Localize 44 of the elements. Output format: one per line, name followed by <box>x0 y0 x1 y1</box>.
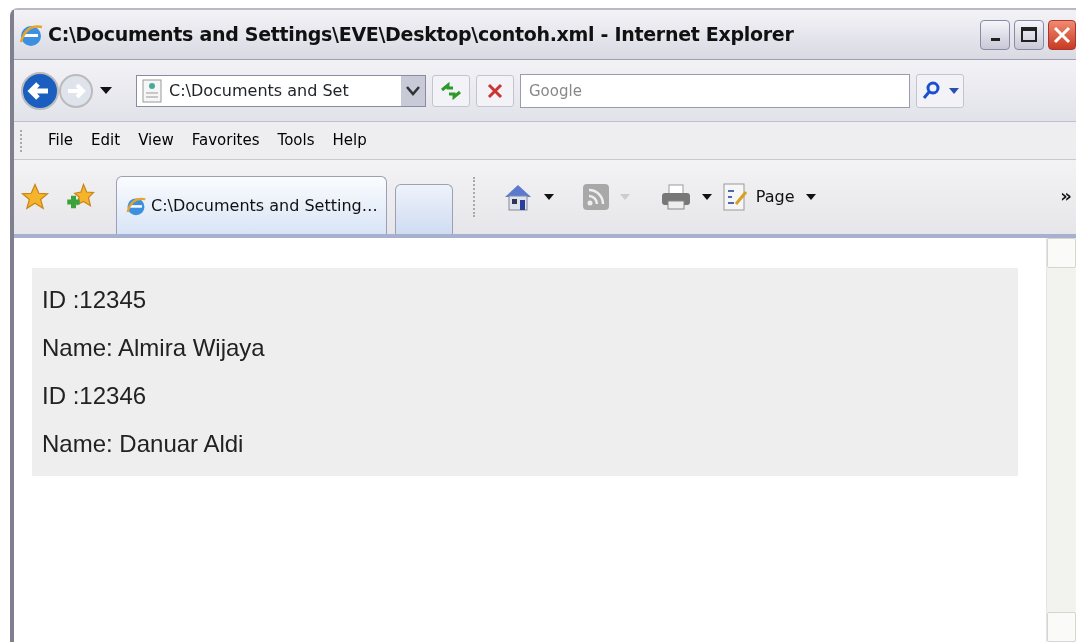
menu-item[interactable]: File <box>39 127 83 154</box>
minimize-icon <box>990 38 1000 41</box>
refresh-icon <box>440 81 462 100</box>
chevron-icon <box>406 85 420 96</box>
printer-icon <box>659 183 692 211</box>
xml-line: ID :12345 <box>42 285 148 315</box>
maximize-button[interactable] <box>1014 19 1044 50</box>
menu-item[interactable]: Tools <box>268 127 324 154</box>
caret-icon <box>806 194 817 200</box>
xml-line: ID :12346 <box>42 381 148 411</box>
stop-button[interactable] <box>476 74 514 107</box>
caret-icon[interactable] <box>701 194 712 200</box>
caret-icon[interactable] <box>100 86 112 95</box>
menu-item[interactable]: View <box>129 127 183 154</box>
search-field[interactable]: Google <box>520 73 910 108</box>
refresh-button[interactable] <box>432 74 470 107</box>
caret-icon[interactable] <box>543 194 554 200</box>
stop-icon <box>487 82 503 99</box>
xml-line: Name: Almira Wijaya <box>42 333 266 363</box>
dropdown-button[interactable] <box>401 75 425 106</box>
close-icon <box>1053 25 1071 44</box>
document-icon <box>141 78 163 103</box>
feed-icon <box>581 183 610 211</box>
xml-line: Name: Danuar Aldi <box>42 429 245 459</box>
print-button[interactable] <box>659 183 692 211</box>
close-button[interactable] <box>1048 19 1076 50</box>
star-icon[interactable] <box>20 182 50 212</box>
caret-icon <box>947 86 961 95</box>
scrollbar[interactable] <box>1046 238 1076 642</box>
menu-item[interactable]: Edit <box>82 127 130 154</box>
overflow-button[interactable]: » <box>1060 187 1072 205</box>
address-field[interactable]: C:\Documents and Set <box>136 74 426 107</box>
caret-icon <box>619 194 630 200</box>
menu-item[interactable]: Favorites <box>182 127 269 154</box>
page-icon <box>721 182 750 212</box>
page-menu-button[interactable]: Page <box>721 182 817 212</box>
menu-item[interactable]: Help <box>323 127 376 154</box>
maximize-icon <box>1020 25 1038 44</box>
back-button[interactable] <box>20 70 60 111</box>
search-button[interactable] <box>916 73 964 108</box>
browser-tab[interactable]: C:\Documents and Setting… <box>116 176 387 234</box>
minimize-button[interactable] <box>980 19 1010 50</box>
window-title: C:\Documents and Settings\EVE\Desktop\contoh.xml - Internet Explorer <box>48 22 795 48</box>
address-text: C:\Documents and Set <box>168 79 350 102</box>
